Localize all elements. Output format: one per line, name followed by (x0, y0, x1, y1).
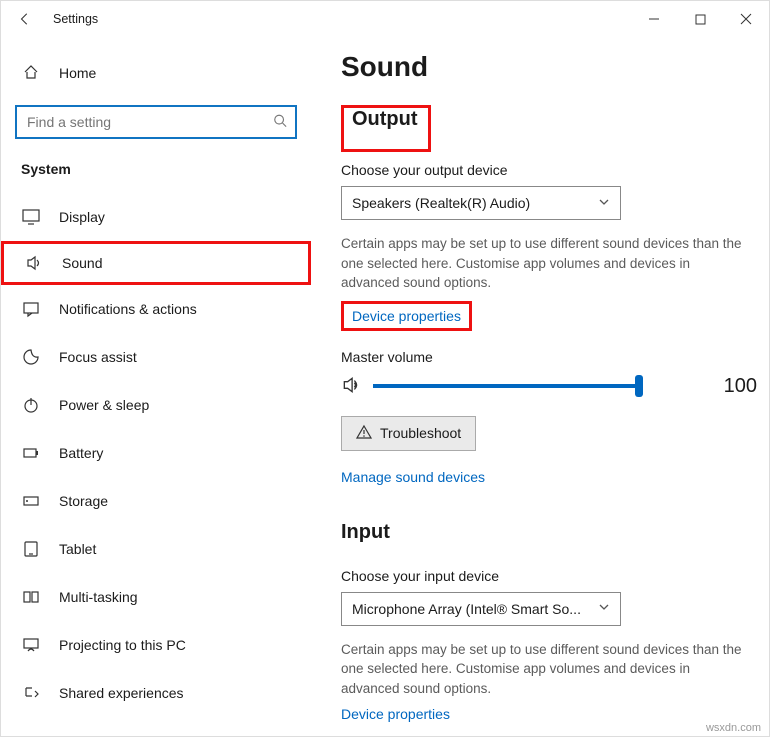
sidebar-item-label: Tablet (59, 541, 96, 557)
manage-sound-devices-link[interactable]: Manage sound devices (341, 469, 757, 485)
notifications-icon (21, 300, 41, 318)
sidebar-item-label: Battery (59, 445, 103, 461)
sidebar-item-label: Focus assist (59, 349, 137, 365)
search-input[interactable] (15, 105, 297, 139)
battery-icon (21, 444, 41, 462)
output-device-select[interactable]: Speakers (Realtek(R) Audio) (341, 186, 621, 220)
tablet-icon (21, 540, 41, 558)
slider-thumb[interactable] (635, 375, 643, 397)
sidebar: Home System Display Sound (1, 37, 311, 736)
sidebar-item-label: Storage (59, 493, 108, 509)
home-label: Home (59, 65, 96, 81)
power-icon (21, 396, 41, 414)
page-title: Sound (341, 51, 757, 83)
multitasking-icon (21, 588, 41, 606)
input-device-label: Choose your input device (341, 568, 757, 584)
sidebar-item-display[interactable]: Display (1, 193, 311, 241)
output-device-value: Speakers (Realtek(R) Audio) (352, 195, 530, 211)
warning-icon (356, 424, 372, 443)
sidebar-item-multitasking[interactable]: Multi-tasking (1, 573, 311, 621)
shared-icon (21, 684, 41, 702)
projecting-icon (21, 636, 41, 654)
input-heading: Input (341, 521, 390, 544)
volume-icon[interactable] (341, 375, 361, 398)
sidebar-item-battery[interactable]: Battery (1, 429, 311, 477)
sidebar-item-sound[interactable]: Sound (1, 241, 311, 285)
window-title: Settings (53, 12, 98, 26)
display-icon (21, 208, 41, 226)
sidebar-section-label: System (1, 161, 311, 177)
home-icon (21, 64, 41, 83)
titlebar: Settings (1, 1, 769, 37)
sound-icon (24, 254, 44, 272)
sidebar-item-projecting[interactable]: Projecting to this PC (1, 621, 311, 669)
close-button[interactable] (723, 1, 769, 37)
footer-credit: wsxdn.com (706, 722, 761, 734)
home-button[interactable]: Home (1, 55, 311, 91)
minimize-button[interactable] (631, 1, 677, 37)
sidebar-item-label: Power & sleep (59, 397, 149, 413)
sidebar-item-label: Projecting to this PC (59, 637, 186, 653)
input-device-properties-link[interactable]: Device properties (341, 706, 757, 722)
sidebar-item-focus-assist[interactable]: Focus assist (1, 333, 311, 381)
input-helper-text: Certain apps may be set up to use differ… (341, 640, 751, 699)
storage-icon (21, 492, 41, 510)
back-button[interactable] (9, 1, 41, 37)
sidebar-item-label: Multi-tasking (59, 589, 138, 605)
maximize-button[interactable] (677, 1, 723, 37)
search-box[interactable] (15, 105, 297, 139)
output-heading: Output (348, 108, 422, 131)
search-icon (273, 114, 287, 131)
chevron-down-icon (598, 196, 610, 211)
chevron-down-icon (598, 601, 610, 616)
sidebar-item-label: Notifications & actions (59, 301, 197, 317)
sidebar-item-tablet[interactable]: Tablet (1, 525, 311, 573)
sidebar-item-shared-experiences[interactable]: Shared experiences (1, 669, 311, 717)
sidebar-item-label: Sound (62, 255, 102, 271)
output-device-properties-link[interactable]: Device properties (341, 301, 472, 331)
sidebar-item-label: Display (59, 209, 105, 225)
sidebar-item-power-sleep[interactable]: Power & sleep (1, 381, 311, 429)
content: Sound Output Choose your output device S… (311, 37, 769, 736)
output-device-label: Choose your output device (341, 162, 757, 178)
master-volume-label: Master volume (341, 349, 757, 365)
output-helper-text: Certain apps may be set up to use differ… (341, 234, 751, 293)
sidebar-item-notifications[interactable]: Notifications & actions (1, 285, 311, 333)
volume-slider[interactable] (373, 384, 639, 388)
troubleshoot-button[interactable]: Troubleshoot (341, 416, 476, 451)
sidebar-item-label: Shared experiences (59, 685, 184, 701)
volume-value: 100 (724, 375, 757, 398)
focus-assist-icon (21, 348, 41, 366)
input-device-value: Microphone Array (Intel® Smart So... (352, 601, 581, 617)
sidebar-item-storage[interactable]: Storage (1, 477, 311, 525)
troubleshoot-label: Troubleshoot (380, 425, 461, 441)
input-device-select[interactable]: Microphone Array (Intel® Smart So... (341, 592, 621, 626)
